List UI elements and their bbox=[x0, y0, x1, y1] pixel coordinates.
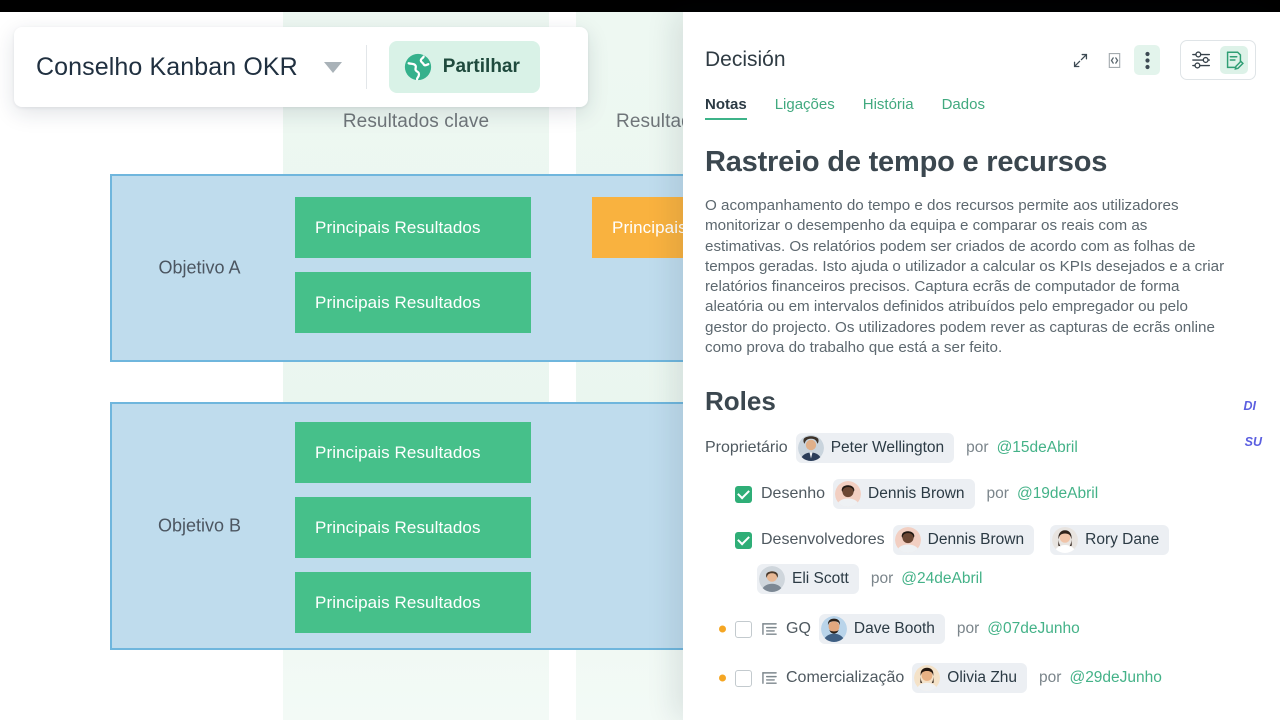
key-result-card[interactable]: Principais Resultados bbox=[295, 572, 531, 633]
person-chip[interactable]: Rory Dane bbox=[1050, 525, 1170, 556]
kanban-board: Resultados clave Resultados clave Objeti… bbox=[0, 12, 690, 720]
page-title: Conselho Kanban OKR bbox=[36, 52, 298, 81]
role-date[interactable]: @15deAbril bbox=[997, 439, 1078, 457]
annotation-di: DI bbox=[1243, 399, 1257, 414]
expand-arrows-icon[interactable] bbox=[1066, 46, 1094, 74]
objective-label-a: Objetivo A bbox=[158, 257, 241, 278]
key-result-card[interactable]: Principais Resultados bbox=[295, 197, 531, 258]
list-icon bbox=[761, 671, 778, 686]
role-date[interactable]: @07deJunho bbox=[987, 620, 1079, 638]
person-name: Dave Booth bbox=[853, 620, 935, 638]
objective-row-a[interactable]: Objetivo A Principais Resultados Princip… bbox=[110, 174, 690, 362]
panel-title: Decisión bbox=[705, 48, 786, 71]
person-chip[interactable]: Dennis Brown bbox=[892, 525, 1035, 556]
key-result-card-orange[interactable]: Principais Resultados bbox=[592, 197, 690, 258]
role-row-proprietario[interactable]: Proprietário Peter Wellington por @15deA… bbox=[705, 433, 1262, 464]
tab-ligacoes[interactable]: Ligações bbox=[775, 96, 835, 120]
role-row-eli-scott[interactable]: Eli Scott por @24deAbril bbox=[705, 564, 1256, 595]
role-label: GQ bbox=[786, 620, 811, 638]
divider bbox=[365, 45, 367, 89]
board-title-card: Conselho Kanban OKR Partilhar bbox=[14, 27, 588, 107]
document-heading: Rastreio de tempo e recursos bbox=[705, 146, 1108, 178]
roles-header: Roles DI bbox=[705, 386, 1256, 417]
checkbox-unchecked[interactable] bbox=[735, 620, 752, 638]
role-label: Desenvolvedores bbox=[761, 531, 885, 549]
panel-header: Decisión bbox=[705, 40, 1256, 80]
objective-label-b: Objetivo B bbox=[157, 515, 242, 536]
list-icon bbox=[761, 622, 778, 637]
role-label: Proprietário bbox=[705, 439, 788, 457]
person-name: Eli Scott bbox=[792, 570, 849, 588]
role-date[interactable]: @24deAbril bbox=[901, 570, 982, 588]
by-label: por bbox=[1039, 669, 1062, 687]
tab-dados[interactable]: Dados bbox=[942, 96, 985, 120]
edit-note-icon[interactable] bbox=[1220, 46, 1248, 74]
globe-icon bbox=[403, 52, 433, 82]
key-result-card[interactable]: Principais Resultados bbox=[295, 497, 531, 558]
avatar bbox=[835, 481, 862, 508]
by-label: por bbox=[870, 570, 894, 588]
person-chip[interactable]: Olivia Zhu bbox=[912, 663, 1028, 694]
person-chip[interactable]: Dave Booth bbox=[818, 614, 945, 645]
avatar bbox=[894, 527, 921, 554]
avatar bbox=[914, 665, 941, 692]
role-date[interactable]: @19deAbril bbox=[1017, 485, 1098, 503]
chevron-down-icon[interactable] bbox=[323, 61, 342, 73]
key-result-card[interactable]: Principais Resultados bbox=[295, 422, 531, 483]
person-name: Rory Dane bbox=[1085, 531, 1160, 549]
person-name: Dennis Brown bbox=[927, 531, 1025, 549]
share-label: Partilhar bbox=[442, 56, 520, 77]
tab-notas[interactable]: Notas bbox=[705, 96, 747, 120]
role-label: Comercialização bbox=[786, 669, 905, 687]
role-row-desenho[interactable]: Desenho Dennis Brown por @19deAbril bbox=[705, 479, 1256, 510]
role-row-gq[interactable]: GQ Dave Booth por @07deJunho bbox=[705, 614, 1256, 645]
sliders-icon[interactable] bbox=[1188, 46, 1216, 74]
person-name: Peter Wellington bbox=[830, 439, 945, 457]
objective-row-b[interactable]: Objetivo B Principais Resultados Princip… bbox=[110, 402, 690, 650]
share-button[interactable]: Partilhar bbox=[388, 41, 540, 93]
avatar bbox=[1052, 527, 1079, 554]
panel-header-icons bbox=[1066, 40, 1256, 80]
status-dot bbox=[719, 674, 726, 682]
key-result-card[interactable]: Principais Resultados bbox=[295, 272, 531, 333]
role-label: Desenho bbox=[761, 485, 826, 503]
annotation-su: SU bbox=[1244, 435, 1262, 450]
role-date[interactable]: @29deJunho bbox=[1069, 669, 1161, 687]
by-label: por bbox=[986, 485, 1009, 503]
role-row-comercializacao[interactable]: Comercialização Olivia Zhu por @29deJunh… bbox=[705, 663, 1256, 694]
person-chip[interactable]: Dennis Brown bbox=[833, 479, 975, 510]
tab-historia[interactable]: História bbox=[863, 96, 914, 120]
person-chip[interactable]: Peter Wellington bbox=[795, 433, 955, 464]
more-vertical-icon[interactable] bbox=[1134, 45, 1160, 75]
person-name: Olivia Zhu bbox=[947, 669, 1018, 687]
avatar bbox=[797, 435, 824, 462]
roles-title: Roles bbox=[705, 386, 776, 417]
app-root: Resultados clave Resultados clave Objeti… bbox=[0, 0, 1280, 720]
by-label: por bbox=[956, 620, 980, 638]
person-chip[interactable]: Eli Scott bbox=[757, 564, 859, 595]
person-name: Dennis Brown bbox=[868, 485, 965, 503]
checkbox-checked[interactable] bbox=[735, 531, 752, 549]
role-row-desenvolvedores[interactable]: Desenvolvedores Dennis Brown Rory Dane bbox=[705, 525, 1256, 556]
panel-tool-group bbox=[1180, 40, 1256, 80]
column-header-1: Resultados clave bbox=[342, 111, 490, 132]
avatar bbox=[820, 616, 847, 643]
code-brackets-icon[interactable] bbox=[1100, 46, 1128, 74]
panel-tabs: Notas Ligações História Dados bbox=[705, 96, 1256, 120]
document-paragraph: O acompanhamento do tempo e dos recursos… bbox=[705, 197, 1225, 357]
column-header-2: Resultados clave bbox=[616, 111, 690, 132]
checkbox-unchecked[interactable] bbox=[735, 669, 752, 687]
avatar bbox=[759, 566, 785, 593]
checkbox-checked[interactable] bbox=[735, 485, 752, 503]
detail-panel: Decisión Notas Ligações História Dados R… bbox=[683, 12, 1280, 720]
by-label: por bbox=[966, 439, 989, 457]
status-dot bbox=[719, 625, 726, 633]
top-black-bar bbox=[0, 0, 1280, 12]
